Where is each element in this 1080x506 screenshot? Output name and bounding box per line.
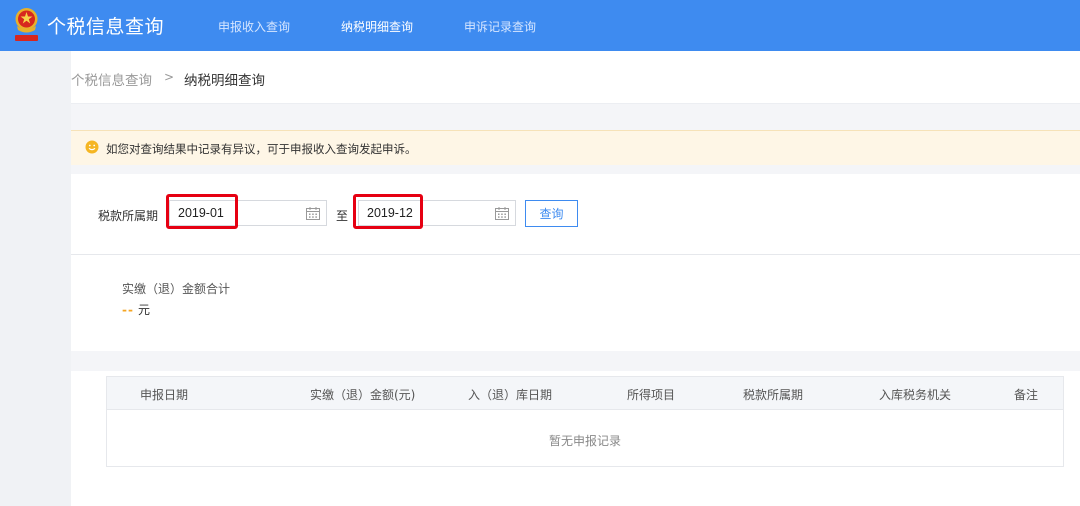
column-header: 实缴（退）金额(元): [310, 388, 416, 402]
nav-income-query[interactable]: 申报收入查询: [218, 18, 290, 35]
nav-appeal-query[interactable]: 申诉记录查询: [464, 18, 536, 35]
total-amount-label: 实缴（退）金额合计: [122, 282, 231, 296]
main-content: 个税信息查询 > 纳税明细查询 如您对查询结果中记录有异议，可于申报收入查询发起…: [71, 51, 1080, 506]
empty-state-text: 暂无申报记录: [548, 434, 621, 448]
end-date-value: 2019-12: [367, 206, 413, 220]
breadcrumb-parent[interactable]: 个税信息查询: [71, 69, 152, 89]
breadcrumb-current: 纳税明细查询: [184, 73, 265, 89]
spacer: [71, 351, 1080, 371]
table-header: 申报日期 实缴（退）金额(元) 入（退）库日期 所得项目 税款所属期 入库税务机…: [107, 377, 1063, 410]
notice-bar: 如您对查询结果中记录有异议，可于申报收入查询发起申诉。: [71, 130, 1080, 166]
top-nav-bar: 个税信息查询 申报收入查询 纳税明细查询 申诉记录查询: [0, 0, 1080, 51]
search-button[interactable]: 查询: [525, 200, 578, 227]
to-label: 至: [336, 209, 349, 223]
column-header: 所得项目: [627, 388, 676, 402]
column-header: 入库税务机关: [879, 388, 952, 402]
end-date-picker[interactable]: 2019-12: [358, 200, 516, 226]
calendar-icon[interactable]: [306, 207, 320, 220]
breadcrumb: 个税信息查询 > 纳税明细查询: [71, 51, 1080, 104]
query-panel: 税款所属期 2019-01 至 2019-12 查询: [71, 174, 1080, 255]
column-header: 税款所属期: [743, 388, 804, 402]
summary-panel: 实缴（退）金额合计 -- 元: [71, 255, 1080, 351]
column-header: 备注: [1014, 388, 1039, 402]
left-margin: [0, 51, 71, 506]
total-amount-value: --: [122, 303, 134, 317]
start-date-value: 2019-01: [178, 206, 224, 220]
tax-detail-table: 申报日期 实缴（退）金额(元) 入（退）库日期 所得项目 税款所属期 入库税务机…: [106, 376, 1064, 467]
tax-emblem-icon: [15, 8, 38, 41]
breadcrumb-separator: >: [164, 70, 175, 84]
nav-tax-detail-query[interactable]: 纳税明细查询: [341, 18, 413, 35]
smile-icon: [85, 140, 99, 154]
total-amount-unit: 元: [137, 303, 150, 317]
start-date-picker[interactable]: 2019-01: [169, 200, 327, 226]
tax-period-label: 税款所属期: [98, 209, 159, 223]
spacer: [71, 104, 1080, 130]
calendar-icon[interactable]: [495, 207, 509, 220]
total-amount: -- 元: [122, 301, 150, 318]
column-header: 申报日期: [140, 388, 189, 402]
spacer: [71, 165, 1080, 174]
app-title: 个税信息查询: [47, 16, 165, 38]
table-panel: 申报日期 实缴（退）金额(元) 入（退）库日期 所得项目 税款所属期 入库税务机…: [71, 371, 1080, 506]
notice-text: 如您对查询结果中记录有异议，可于申报收入查询发起申诉。: [106, 142, 417, 156]
column-header: 入（退）库日期: [468, 388, 553, 402]
